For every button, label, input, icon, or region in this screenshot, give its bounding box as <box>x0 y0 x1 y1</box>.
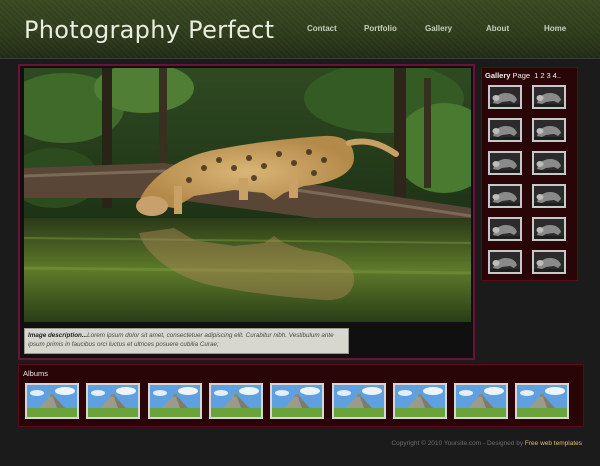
gallery-label: Gallery <box>485 71 511 80</box>
gallery-thumbnail-image <box>490 120 520 140</box>
album-thumbnail-image <box>394 385 445 417</box>
gallery-thumbnail-image <box>490 219 520 239</box>
gallery-page-2[interactable]: 2 <box>540 71 544 80</box>
nav-contact[interactable]: Contact <box>307 24 337 33</box>
gallery-thumbnail[interactable] <box>532 217 566 241</box>
album-thumbnail-image <box>333 385 384 417</box>
main-photo-frame: Image description...Lorem ipsum dolor si… <box>18 64 475 360</box>
album-thumbnail[interactable] <box>515 383 570 419</box>
gallery-thumbnail-image <box>534 186 564 206</box>
gallery-thumbnail[interactable] <box>488 217 522 241</box>
gallery-thumbnail-image <box>534 153 564 173</box>
gallery-thumbnail[interactable] <box>532 85 566 109</box>
gallery-thumbnail-image <box>534 120 564 140</box>
gallery-thumbnail-image <box>490 252 520 272</box>
gallery-thumbnail-image <box>534 87 564 107</box>
gallery-thumbnail[interactable] <box>532 118 566 142</box>
footer-copyright: Copyright © 2010 Yoursite.com - Designed… <box>391 440 524 447</box>
album-thumbnail-image <box>272 385 323 417</box>
album-thumbnail[interactable] <box>147 383 202 419</box>
album-thumbnail-image <box>149 385 200 417</box>
gallery-thumbnail-image <box>490 87 520 107</box>
album-thumbnail[interactable] <box>270 383 325 419</box>
nav-about[interactable]: About <box>486 24 509 33</box>
gallery-page-3[interactable]: 3 <box>547 71 551 80</box>
gallery-thumbnail[interactable] <box>488 250 522 274</box>
albums-label: Albums <box>23 369 49 378</box>
album-thumbnail[interactable] <box>25 383 79 419</box>
image-description-label: Image description... <box>28 332 88 339</box>
gallery-thumbnail[interactable] <box>488 151 522 175</box>
album-thumbnail[interactable] <box>208 383 263 419</box>
gallery-panel: Gallery Page 1 2 3 4.. <box>481 67 578 281</box>
gallery-thumbnail[interactable] <box>532 250 566 274</box>
gallery-thumbnail-image <box>490 153 520 173</box>
albums-panel: Albums <box>18 364 584 427</box>
gallery-thumbnail-image <box>490 186 520 206</box>
gallery-pagination: 1 2 3 4.. <box>532 71 561 80</box>
gallery-thumbnail[interactable] <box>532 151 566 175</box>
nav-home[interactable]: Home <box>544 24 566 33</box>
album-thumbnail-image <box>27 385 77 417</box>
jaguar-photo-image <box>24 68 471 322</box>
album-thumbnail-image <box>456 385 507 417</box>
album-thumbnail[interactable] <box>392 383 447 419</box>
footer-templates-link[interactable]: Free web templates <box>525 440 582 447</box>
gallery-header: Gallery Page 1 2 3 4.. <box>485 71 561 80</box>
gallery-thumbnail[interactable] <box>532 184 566 208</box>
gallery-thumbnail[interactable] <box>488 118 522 142</box>
main-photo[interactable] <box>24 68 471 322</box>
album-thumbnail[interactable] <box>331 383 386 419</box>
nav-portfolio[interactable]: Portfolio <box>364 24 397 33</box>
footer: Copyright © 2010 Yoursite.com - Designed… <box>0 440 582 447</box>
gallery-thumbnail-image <box>534 219 564 239</box>
gallery-page-1[interactable]: 1 <box>534 71 538 80</box>
gallery-thumbnail[interactable] <box>488 85 522 109</box>
album-thumbnail-image <box>517 385 568 417</box>
main-nav: Contact Portfolio Gallery About Home <box>0 24 600 38</box>
gallery-page-word: Page <box>512 71 531 80</box>
image-description: Image description...Lorem ipsum dolor si… <box>24 328 349 354</box>
gallery-page-4[interactable]: 4.. <box>553 71 561 80</box>
album-thumbnail[interactable] <box>454 383 509 419</box>
site-header: Photography Perfect Contact Portfolio Ga… <box>0 0 600 59</box>
album-thumbnail[interactable] <box>86 383 141 419</box>
gallery-thumbnail-image <box>534 252 564 272</box>
nav-gallery[interactable]: Gallery <box>425 24 452 33</box>
album-thumbnail-image <box>210 385 261 417</box>
gallery-thumbnail[interactable] <box>488 184 522 208</box>
album-thumbnail-image <box>88 385 139 417</box>
